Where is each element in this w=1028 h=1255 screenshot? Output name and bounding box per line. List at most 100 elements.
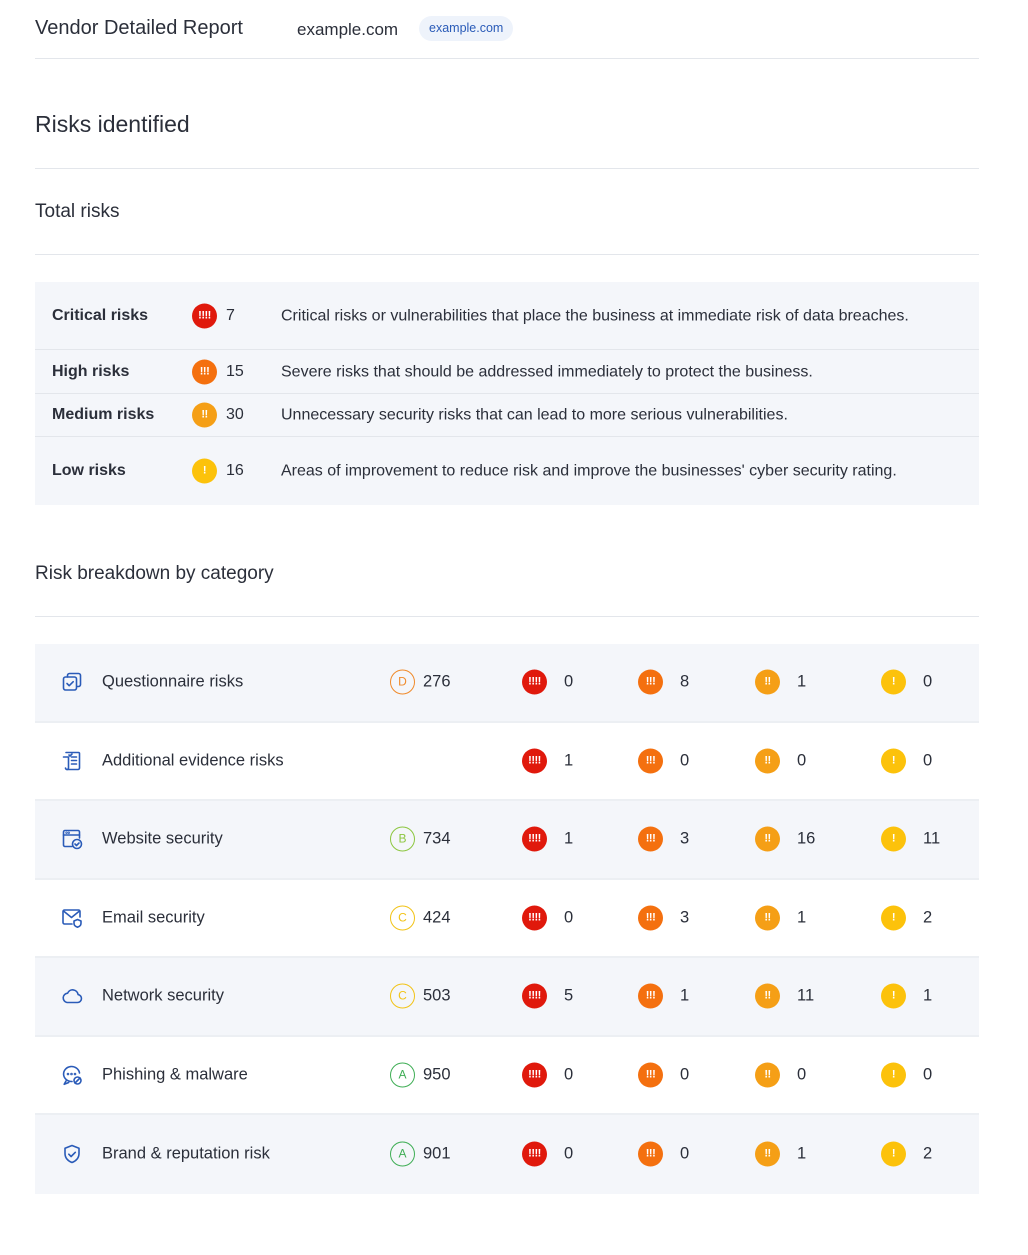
risk-count: 7	[226, 306, 235, 324]
risk-level-label: High risks	[52, 362, 130, 380]
category-name: Email security	[102, 908, 205, 927]
medium-count: 0	[797, 1065, 807, 1084]
phishing-icon	[61, 1064, 83, 1086]
risk-count: 16	[226, 462, 244, 479]
category-score: 503	[423, 986, 451, 1005]
low-severity-icon: !	[881, 905, 906, 931]
grade-badge: B	[390, 826, 415, 852]
evidence-icon	[61, 750, 83, 772]
low-count: 2	[923, 908, 933, 927]
email-icon	[61, 907, 83, 929]
category-row[interactable]: Website security B 734!!!! 1!!! 3!! 16! 11	[35, 801, 979, 880]
total-risk-row-critical: Critical risks !!!! 7 Critical risks or …	[35, 282, 979, 350]
domain-pill[interactable]: example.com	[419, 16, 514, 41]
category-score: 901	[423, 1144, 451, 1163]
vendor-domain: example.com	[297, 20, 399, 39]
risk-description: Critical risks or vulnerabilities that p…	[281, 307, 909, 324]
risk-description: Unnecessary security risks that can lead…	[281, 406, 788, 424]
low-severity-icon: !	[881, 1141, 906, 1167]
high-severity-icon: !!!	[638, 1141, 663, 1167]
critical-count: 0	[564, 908, 574, 927]
total-risks-heading: Total risks	[35, 201, 120, 222]
high-count: 8	[680, 672, 690, 691]
category-score: 424	[423, 908, 451, 927]
medium-severity-icon: !!	[755, 983, 780, 1009]
high-count: 1	[680, 986, 690, 1005]
risk-description: Areas of improvement to reduce risk and …	[281, 462, 897, 480]
low-severity-icon: !	[881, 826, 906, 852]
high-severity-icon: !!!	[638, 983, 663, 1009]
medium-severity-icon: !!	[755, 1062, 780, 1088]
category-row[interactable]: Email security C 424!!!! 0!!! 3!! 1! 2	[35, 879, 979, 958]
category-row[interactable]: Brand & reputation risk A 901!!!! 0!!! 0!! 1!…	[35, 1115, 979, 1194]
risk-breakdown-heading: Risk breakdown by category	[35, 563, 274, 584]
medium-severity-icon: !!	[755, 905, 780, 931]
critical-count: 1	[564, 751, 574, 770]
grade-badge: A	[390, 1141, 415, 1167]
grade-badge: D	[390, 669, 415, 695]
total-risk-row-high: High risks !!! 15 Severe risks that shou…	[35, 350, 979, 394]
divider	[35, 254, 979, 255]
high-severity-icon: !!!	[638, 748, 663, 774]
risks-identified-heading: Risks identified	[35, 111, 190, 137]
medium-count: 1	[797, 908, 807, 927]
category-score: 734	[423, 829, 451, 848]
grade-badge: C	[390, 905, 415, 931]
total-risks-table: Critical risks !!!! 7 Critical risks or …	[35, 282, 979, 505]
critical-count: 0	[564, 672, 574, 691]
high-count: 0	[680, 751, 690, 770]
category-name: Questionnaire risks	[102, 672, 244, 691]
shield-icon	[61, 1143, 83, 1165]
high-severity-icon: !!!	[638, 905, 663, 931]
report-title: Vendor Detailed Report	[35, 17, 243, 39]
high-count: 0	[680, 1144, 690, 1163]
category-row[interactable]: Network security C 503!!!! 5!!! 1!! 11! 1	[35, 958, 979, 1037]
category-name: Brand & reputation risk	[102, 1144, 270, 1163]
risk-description: Severe risks that should be addressed im…	[281, 363, 813, 380]
medium-count: 1	[797, 1144, 807, 1163]
low-severity-icon: !	[192, 458, 217, 484]
critical-count: 1	[564, 829, 574, 848]
low-severity-icon: !	[881, 669, 906, 695]
cloud-icon	[61, 985, 83, 1007]
category-name: Phishing & malware	[102, 1065, 248, 1084]
total-risk-row-low: Low risks ! 16 Areas of improvement to r…	[35, 437, 979, 505]
critical-severity-icon: !!!!	[522, 983, 547, 1009]
website-icon	[61, 828, 83, 850]
low-count: 0	[923, 1065, 933, 1084]
category-row[interactable]: Questionnaire risks D 276!!!! 0!!! 8!! 1! 0	[35, 644, 979, 723]
low-count: 0	[923, 672, 933, 691]
medium-severity-icon: !!	[755, 669, 780, 695]
divider	[35, 616, 979, 617]
low-count: 11	[923, 829, 941, 848]
low-severity-icon: !	[881, 1062, 906, 1088]
high-severity-icon: !!!	[638, 669, 663, 695]
medium-count: 16	[797, 829, 816, 848]
medium-severity-icon: !!	[755, 1141, 780, 1167]
total-risk-row-medium: Medium risks !! 30 Unnecessary security …	[35, 394, 979, 437]
medium-severity-icon: !!	[755, 826, 780, 852]
high-count: 3	[680, 908, 690, 927]
category-score: 950	[423, 1065, 451, 1084]
category-name: Website security	[102, 829, 223, 848]
high-count: 3	[680, 829, 690, 848]
high-count: 0	[680, 1065, 690, 1084]
category-row[interactable]: Phishing & malware A 950!!!! 0!!! 0!! 0! 0	[35, 1036, 979, 1115]
low-severity-icon: !	[881, 748, 906, 774]
low-severity-icon: !	[881, 983, 906, 1009]
medium-count: 1	[797, 672, 807, 691]
critical-severity-icon: !!!!	[522, 669, 547, 695]
medium-count: 0	[797, 751, 807, 770]
high-severity-icon: !!!	[638, 826, 663, 852]
critical-severity-icon: !!!!	[522, 1062, 547, 1088]
risk-breakdown-table: Questionnaire risks D 276!!!! 0!!! 8!! 1! 0 Add…	[35, 644, 979, 1194]
critical-count: 0	[564, 1065, 574, 1084]
risk-count: 30	[226, 406, 244, 423]
category-row[interactable]: Additional evidence risks!!!! 1!!! 0!! 0! 0	[35, 722, 979, 801]
critical-severity-icon: !!!!	[522, 1141, 547, 1167]
risk-level-label: Critical risks	[52, 306, 149, 324]
critical-severity-icon: !!!!	[192, 303, 217, 328]
high-severity-icon: !!!	[638, 1062, 663, 1088]
report-header: Vendor Detailed Report example.com examp…	[35, 0, 979, 59]
medium-count: 11	[797, 986, 815, 1005]
